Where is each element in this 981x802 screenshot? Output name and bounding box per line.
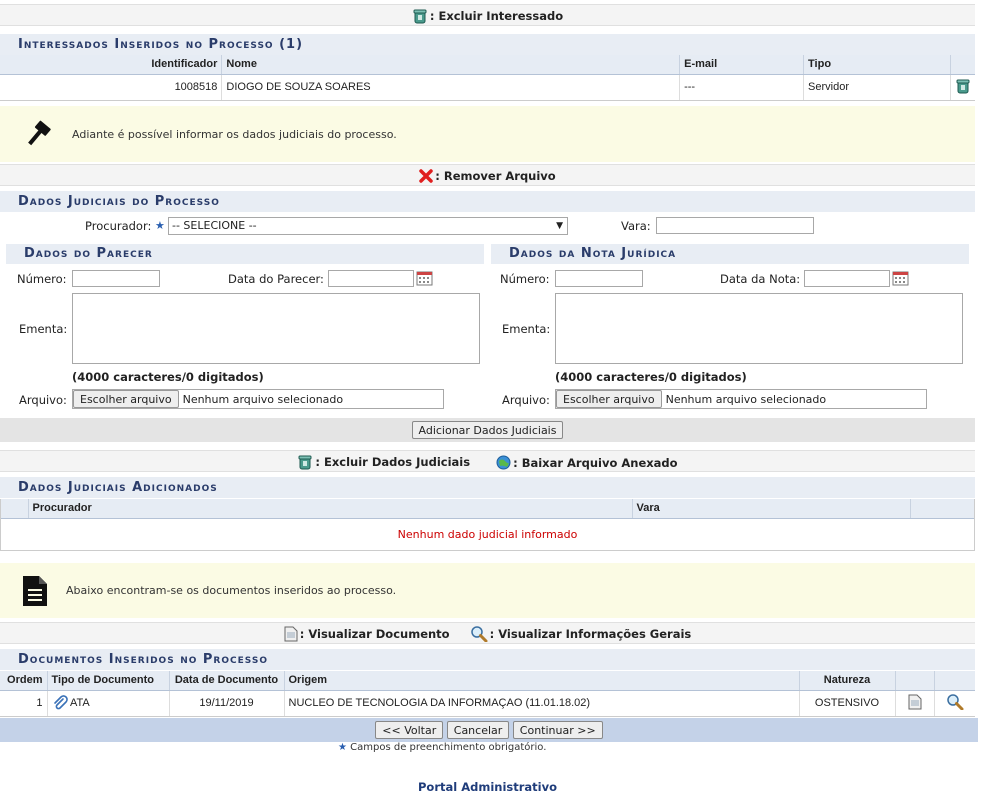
section-title-adicionados: Dados Judiciais Adicionados <box>0 477 975 498</box>
nota-counter: (4000 caracteres/0 digitados) <box>555 370 747 384</box>
required-star-icon: ★ <box>338 742 347 753</box>
notice-judicial: Adiante é possível informar os dados jud… <box>0 106 975 162</box>
col-origem: Origem <box>284 671 800 691</box>
view-document-icon[interactable] <box>908 694 922 710</box>
parecer-ementa-label: Ementa: <box>19 322 68 336</box>
legend-documentos: : Visualizar Documento : Visualizar Info… <box>0 622 975 644</box>
nota-data-label: Data da Nota: <box>720 272 801 286</box>
parecer-file-status: Nenhum arquivo selecionado <box>182 392 344 406</box>
empty-message: Nenhum dado judicial informado <box>397 527 578 541</box>
add-dados-judiciais-button[interactable]: Adicionar Dados Judiciais <box>411 421 564 439</box>
calendar-icon[interactable] <box>416 270 433 286</box>
gavel-icon <box>28 120 51 146</box>
navigation-bar: << Voltar Cancelar Continuar >> <box>0 718 978 742</box>
procurador-label: Procurador: <box>85 219 152 233</box>
section-title-parecer: Dados do Parecer <box>6 244 484 264</box>
parecer-counter: (4000 caracteres/0 digitados) <box>72 370 264 384</box>
col-tipo: Tipo <box>803 55 951 75</box>
trash-icon <box>413 9 427 24</box>
paperclip-icon <box>53 695 68 710</box>
legend-excluir-interessado: : Excluir Interessado <box>0 4 975 26</box>
required-note: ★ Campos de preenchimento obrigatório. <box>338 742 546 753</box>
notice-judicial-text: Adiante é possível informar os dados jud… <box>72 127 397 141</box>
visualizar-info-label: : Visualizar Informações Gerais <box>489 627 692 641</box>
continue-button[interactable]: Continuar >> <box>512 721 603 739</box>
add-button-bar: Adicionar Dados Judiciais <box>0 418 975 442</box>
vara-label: Vara: <box>621 219 651 233</box>
parecer-data-input[interactable] <box>328 270 414 287</box>
table-row: 1 ATA 19/11/2019 NUCLEO DE TECNOLOGIA DA… <box>0 690 975 717</box>
nota-choose-file-button[interactable]: Escolher arquivo <box>556 390 662 408</box>
cell-email: --- <box>679 74 805 101</box>
section-title-dados-judiciais: Dados Judiciais do Processo <box>0 191 975 212</box>
cancel-button[interactable]: Cancelar <box>446 721 510 739</box>
magnifier-icon <box>470 626 488 642</box>
col-natureza: Natureza <box>799 671 896 691</box>
cell-data: 19/11/2019 <box>169 690 285 717</box>
legend-remover-arquivo: : Remover Arquivo <box>0 164 975 186</box>
col-vara: Vara <box>632 499 911 519</box>
nota-ementa-label: Ementa: <box>502 322 551 336</box>
section-title-interessados: Interessados Inseridos no Processo (1) <box>0 34 975 55</box>
parecer-arquivo-label: Arquivo: <box>19 393 67 407</box>
cell-tipo: ATA <box>69 696 90 709</box>
interessados-table: Identificador Nome E-mail Tipo 1008518 D… <box>0 55 975 101</box>
nota-arquivo-label: Arquivo: <box>502 393 550 407</box>
nota-file-input[interactable]: Escolher arquivo Nenhum arquivo selecion… <box>555 389 927 409</box>
table-row: 1008518 DIOGO DE SOUZA SOARES --- Servid… <box>0 74 975 101</box>
nota-numero-input[interactable] <box>555 270 643 287</box>
notice-documentos: Abaixo encontram-se os documentos inseri… <box>0 563 975 618</box>
required-note-text: Campos de preenchimento obrigatório. <box>350 742 547 753</box>
nota-data-input[interactable] <box>804 270 890 287</box>
visualizar-documento-label: : Visualizar Documento <box>299 627 450 641</box>
delete-interessado-icon[interactable] <box>955 78 971 94</box>
legend-dados-judiciais: : Excluir Dados Judiciais : Baixar Arqui… <box>0 450 975 472</box>
excluir-interessado-label: : Excluir Interessado <box>429 9 564 23</box>
col-procurador: Procurador <box>28 499 633 519</box>
footer-portal[interactable]: Portal Administrativo <box>0 780 975 794</box>
nota-numero-label: Número: <box>500 272 550 286</box>
col-data-documento: Data de Documento <box>169 671 285 691</box>
col-identificador: Identificador <box>0 55 223 75</box>
notice-documentos-text: Abaixo encontram-se os documentos inseri… <box>66 584 397 597</box>
document-icon <box>23 575 47 606</box>
col-tipo-documento: Tipo de Documento <box>47 671 170 691</box>
cell-tipo: Servidor <box>803 74 951 101</box>
cell-natureza: OSTENSIVO <box>799 690 896 717</box>
documentos-table: Ordem Tipo de Documento Data de Document… <box>0 671 975 717</box>
remove-x-icon <box>419 169 434 183</box>
cell-origem: NUCLEO DE TECNOLOGIA DA INFORMAÇAO (11.0… <box>284 690 800 717</box>
parecer-numero-input[interactable] <box>72 270 160 287</box>
required-star-icon: ★ <box>155 219 165 232</box>
section-title-documentos: Documentos Inseridos no Processo <box>0 649 975 670</box>
col-nome: Nome <box>221 55 681 75</box>
trash-icon <box>298 455 312 470</box>
parecer-file-input[interactable]: Escolher arquivo Nenhum arquivo selecion… <box>72 389 444 409</box>
baixar-arquivo-label: : Baixar Arquivo Anexado <box>513 455 678 470</box>
col-email: E-mail <box>679 55 805 75</box>
nota-file-status: Nenhum arquivo selecionado <box>665 392 827 406</box>
cell-ordem: 1 <box>0 690 48 717</box>
col-ordem: Ordem <box>0 671 48 691</box>
back-button[interactable]: << Voltar <box>375 721 444 739</box>
calendar-icon[interactable] <box>892 270 909 286</box>
nota-ementa-textarea[interactable] <box>555 293 963 364</box>
parecer-choose-file-button[interactable]: Escolher arquivo <box>73 390 179 408</box>
procurador-select-value: -- SELECIONE -- <box>172 219 257 232</box>
magnifier-icon[interactable] <box>946 693 964 710</box>
vara-input[interactable] <box>656 217 814 234</box>
procurador-select[interactable]: -- SELECIONE -- ▼ <box>168 217 568 235</box>
cell-nome: DIOGO DE SOUZA SOARES <box>221 74 681 101</box>
chevron-down-icon: ▼ <box>556 221 563 231</box>
cell-identificador: 1008518 <box>0 74 223 101</box>
adicionados-table: Procurador Vara Nenhum dado judicial inf… <box>0 499 975 551</box>
view-document-icon <box>284 626 298 642</box>
excluir-dados-label: : Excluir Dados Judiciais <box>315 455 471 469</box>
remover-arquivo-label: : Remover Arquivo <box>435 169 556 183</box>
section-title-nota: Dados da Nota Jurídica <box>491 244 969 264</box>
parecer-ementa-textarea[interactable] <box>72 293 480 364</box>
parecer-numero-label: Número: <box>17 272 67 286</box>
parecer-data-label: Data do Parecer: <box>228 272 324 286</box>
download-globe-icon <box>496 455 511 470</box>
